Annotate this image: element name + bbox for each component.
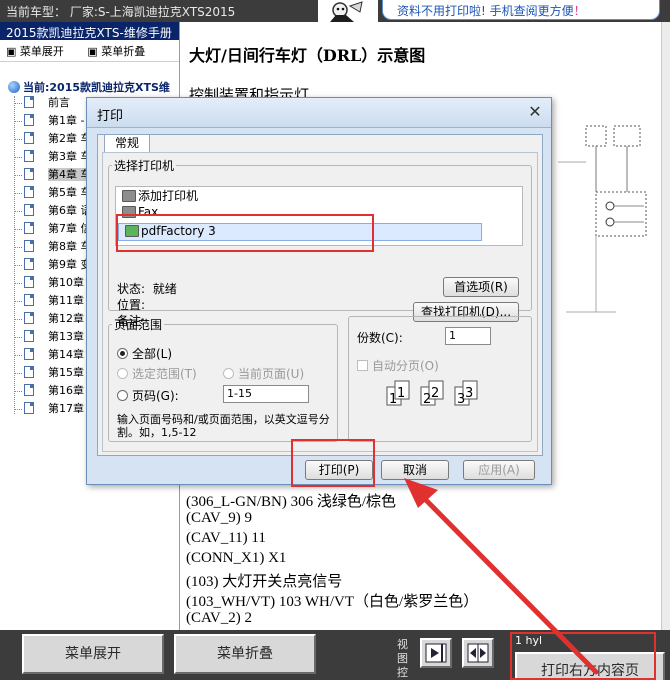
mascot-icon xyxy=(318,0,378,22)
fax-icon xyxy=(122,206,136,218)
page-range-group: 页面范围 全部(L) 选定范围(T) 当前页面(U) 页码(G): 1-15 输… xyxy=(108,316,338,442)
document-icon xyxy=(24,384,34,396)
svg-text:1: 1 xyxy=(397,386,405,401)
printer-item-add[interactable]: 添加打印机 xyxy=(116,187,522,205)
globe-icon xyxy=(8,81,20,93)
print-right-label: 打印右方内容页 xyxy=(541,663,639,679)
dialog-body: 常规 选择打印机 添加打印机 Fax pdfFactory 3 状态: 就绪 位… xyxy=(97,134,543,456)
view-input[interactable]: 1 hyl xyxy=(515,634,575,650)
split-view-icon xyxy=(467,643,489,663)
content-scrollbar[interactable] xyxy=(661,22,670,630)
location-label: 位置: xyxy=(117,298,146,312)
tree-toolbar: ▣ 菜单展开 ▣ 菜单折叠 xyxy=(0,40,179,62)
range-selection-radio[interactable]: 选定范围(T) xyxy=(117,365,197,382)
document-icon xyxy=(24,294,34,306)
range-pages-radio[interactable]: 页码(G): xyxy=(117,387,179,404)
copies-group: 份数(C): 1 自动分页(O) 11 22 33 xyxy=(348,316,532,442)
document-icon xyxy=(24,168,34,180)
add-printer-icon xyxy=(122,190,136,202)
document-icon xyxy=(24,330,34,342)
content-line: (CAV_2) 2 xyxy=(186,610,252,626)
expand-menu-button[interactable]: 菜单展开 xyxy=(22,634,164,674)
printer-list[interactable]: 添加打印机 Fax pdfFactory 3 xyxy=(115,186,523,246)
printer-group: 选择打印机 添加打印机 Fax pdfFactory 3 状态: 就绪 位置: … xyxy=(108,157,532,328)
content-line: (CONN_X1) X1 xyxy=(186,550,287,566)
preferences-button[interactable]: 首选项(R) xyxy=(443,277,519,297)
content-line: (306_L-GN/BN) 306 浅绿色/棕色 xyxy=(186,494,396,510)
content-line: (CAV_11) 11 xyxy=(186,530,266,546)
print-button[interactable]: 打印(P) xyxy=(305,460,373,480)
tree-root[interactable]: 当前:2015款凯迪拉克XTS维 xyxy=(8,79,180,95)
tree-expand-label: 菜单展开 xyxy=(19,45,64,58)
page-range-label: 页面范围 xyxy=(114,318,163,332)
copies-input[interactable]: 1 xyxy=(445,327,491,345)
page-range-hint: 输入页面号码和/或页面范围，以英文逗号分割。如，1,5-12 xyxy=(117,413,330,439)
tab-panel-general: 选择打印机 添加打印机 Fax pdfFactory 3 状态: 就绪 位置: … xyxy=(102,152,538,452)
tree-root-label: 当前:2015款凯迪拉克XTS维 xyxy=(23,81,170,94)
range-current-page-radio[interactable]: 当前页面(U) xyxy=(223,365,304,382)
vehicle-info: 当前车型： 厂家:S-上海凯迪拉克XTS2015 xyxy=(6,5,236,19)
view-right-button[interactable] xyxy=(420,638,452,668)
print-dialog: 打印 ✕ 常规 选择打印机 添加打印机 Fax pdfFactory 3 状态:… xyxy=(86,97,552,485)
tree-expand-link[interactable]: ▣ 菜单展开 xyxy=(6,45,74,58)
wiring-diagram xyxy=(558,125,647,313)
printer-group-label: 选择打印机 xyxy=(114,159,175,173)
document-icon xyxy=(24,402,34,414)
top-bar: 当前车型： 厂家:S-上海凯迪拉克XTS2015 资料不用打印啦! 手机查阅更方… xyxy=(0,0,670,22)
document-icon xyxy=(24,366,34,378)
printer-item-fax[interactable]: Fax xyxy=(116,205,522,223)
dialog-title: 打印 xyxy=(97,109,124,124)
tip-suffix: ！ xyxy=(573,4,586,18)
dialog-titlebar[interactable]: 打印 ✕ xyxy=(87,98,551,128)
range-all-radio[interactable]: 全部(L) xyxy=(117,345,172,362)
print-right-content-button[interactable]: 打印右方内容页 xyxy=(515,652,665,680)
manual-title[interactable]: 2015款凯迪拉克XTS-维修手册 xyxy=(0,22,179,40)
content-line: (103) 大灯开关点亮信号 xyxy=(186,574,343,590)
status-row: 状态: 就绪 xyxy=(117,282,177,296)
tip-text: 资料不用打印啦! 手机查阅更方便 xyxy=(397,4,574,18)
view-control-label: 视图控 xyxy=(397,638,408,679)
svg-text:2: 2 xyxy=(431,386,439,401)
document-icon xyxy=(24,150,34,162)
document-icon xyxy=(24,240,34,252)
document-icon xyxy=(24,204,34,216)
arrow-right-icon xyxy=(425,643,447,663)
collate-checkbox[interactable]: 自动分页(O) xyxy=(357,357,439,374)
collapse-menu-button[interactable]: 菜单折叠 xyxy=(174,634,316,674)
document-icon xyxy=(24,186,34,198)
pages-input[interactable]: 1-15 xyxy=(223,385,309,403)
tab-general[interactable]: 常规 xyxy=(104,134,150,152)
copies-label: 份数(C): xyxy=(357,331,403,345)
document-icon xyxy=(24,222,34,234)
content-line: (103_WH/VT) 103 WH/VT（白色/紫罗兰色） xyxy=(186,594,479,610)
printer-icon xyxy=(125,225,139,237)
document-icon xyxy=(24,132,34,144)
cancel-button[interactable]: 取消 xyxy=(381,460,449,480)
apply-button[interactable]: 应用(A) xyxy=(463,460,535,480)
printer-item-pdffactory[interactable]: pdfFactory 3 xyxy=(118,223,482,241)
document-icon xyxy=(24,348,34,360)
status-value: 就绪 xyxy=(152,282,177,296)
view-split-button[interactable] xyxy=(462,638,494,668)
document-icon xyxy=(24,114,34,126)
document-icon xyxy=(24,258,34,270)
document-icon xyxy=(24,312,34,324)
document-icon xyxy=(24,276,34,288)
document-icon xyxy=(24,96,34,108)
svg-text:3: 3 xyxy=(465,386,473,401)
tree-collapse-label: 菜单折叠 xyxy=(101,45,146,58)
collate-icon: 11 22 33 xyxy=(386,380,478,407)
tip-bubble: 资料不用打印啦! 手机查阅更方便！ xyxy=(382,0,660,20)
close-icon[interactable]: ✕ xyxy=(525,102,545,122)
tree-collapse-link[interactable]: ▣ 菜单折叠 xyxy=(87,45,155,58)
bottom-bar: 菜单展开 菜单折叠 视图控 1 hyl 打印右方内容页 xyxy=(0,630,670,680)
page-title: 大灯/日间行车灯（DRL）示意图 xyxy=(189,46,426,65)
content-lines: (306_L-GN/BN) 306 浅绿色/棕色 (CAV_9) 9 (CAV_… xyxy=(186,490,478,630)
content-line: (CAV_9) 9 xyxy=(186,510,252,526)
